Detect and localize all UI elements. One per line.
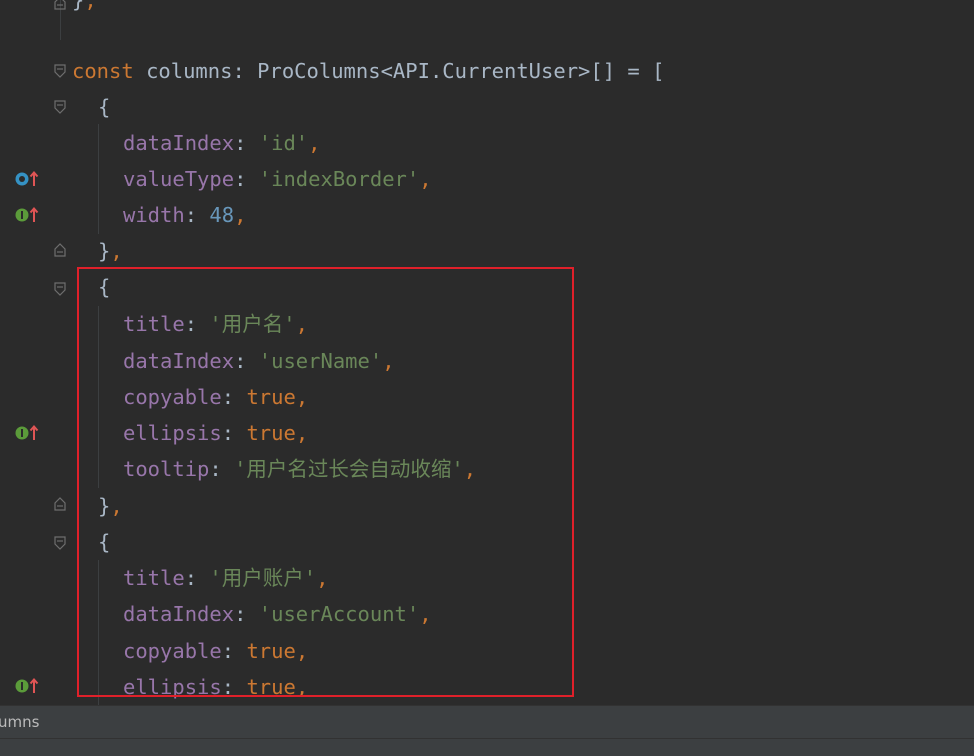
property-key: dataIndex [123, 349, 235, 373]
string-value: 'userName' [258, 349, 383, 373]
code-line: valueType: 'indexBorder', [123, 161, 432, 197]
open-brace: { [98, 530, 111, 554]
comma: , [463, 457, 477, 481]
code-line: ellipsis: true, [123, 415, 308, 451]
open-bracket: [ [652, 59, 665, 83]
colon: : [234, 602, 247, 626]
comma: , [295, 639, 309, 663]
equals: = [627, 59, 640, 83]
property-key: title [123, 312, 185, 336]
property-key: ellipsis [123, 421, 222, 445]
code-line: title: '用户名', [123, 306, 308, 342]
breadcrumb-item[interactable]: umns [0, 706, 39, 739]
colon: : [184, 566, 198, 590]
property-key: copyable [123, 639, 222, 663]
property-key: valueType [123, 167, 235, 191]
colon: : [221, 639, 235, 663]
property-key: title [123, 566, 185, 590]
comma: , [308, 131, 321, 155]
code-line: ellipsis: true, [123, 669, 308, 705]
boolean-value: true [246, 639, 296, 663]
code-line: dataIndex: 'userAccount', [123, 596, 432, 632]
fold-open-icon[interactable] [54, 282, 66, 296]
code-line: copyable: true, [123, 633, 308, 669]
colon: : [234, 167, 247, 191]
colon: : [221, 675, 235, 699]
code-line-columns-declaration: const columns: ProColumns<API.CurrentUse… [72, 53, 664, 89]
property-key: tooltip [123, 457, 210, 481]
breadcrumb: umns [0, 705, 974, 738]
colon: : [232, 59, 245, 83]
code-line: dataIndex: 'id', [123, 125, 321, 161]
closing-brace: } [98, 239, 111, 263]
string-value: '用户账户' [209, 566, 317, 590]
fold-close-icon[interactable] [54, 497, 66, 511]
overrides-icon[interactable] [14, 170, 40, 188]
status-bar [0, 738, 974, 756]
code-line: { [98, 89, 110, 125]
comma: , [110, 239, 123, 263]
code-line: tooltip: '用户名过长会自动收缩', [123, 451, 476, 487]
keyword-const: const [72, 59, 134, 83]
code-line: }, [98, 488, 123, 524]
editor-gutter [0, 0, 46, 705]
string-value: 'id' [258, 131, 309, 155]
code-editor[interactable]: }, const columns: ProColumns<API.Current… [0, 0, 974, 705]
comma: , [295, 675, 309, 699]
colon: : [221, 385, 235, 409]
open-brace: { [98, 95, 111, 119]
fold-close-icon[interactable] [54, 0, 66, 10]
fold-open-icon[interactable] [54, 536, 66, 550]
comma: , [295, 421, 309, 445]
implements-icon[interactable] [14, 424, 40, 442]
fold-open-icon[interactable] [54, 100, 66, 114]
colon: : [184, 312, 198, 336]
code-area[interactable]: }, const columns: ProColumns<API.Current… [72, 0, 974, 705]
code-line: { [98, 269, 110, 305]
boolean-value: true [246, 675, 296, 699]
comma: , [234, 203, 247, 227]
variable-name: columns [146, 59, 233, 83]
property-key: width [123, 203, 185, 227]
closing-brace: } [72, 0, 85, 12]
boolean-value: true [246, 385, 296, 409]
implements-icon[interactable] [14, 206, 40, 224]
string-value: '用户名过长会自动收缩' [234, 457, 464, 481]
property-key: ellipsis [123, 675, 222, 699]
string-value: 'indexBorder' [258, 167, 420, 191]
open-brace: { [98, 275, 111, 299]
property-key: dataIndex [123, 602, 235, 626]
colon: : [234, 349, 247, 373]
property-key: dataIndex [123, 131, 235, 155]
implements-icon[interactable] [14, 677, 40, 695]
code-line: { [98, 524, 110, 560]
string-value: '用户名' [209, 312, 296, 336]
comma: , [295, 385, 309, 409]
comma: , [110, 494, 123, 518]
comma: , [316, 566, 329, 590]
boolean-value: true [246, 421, 296, 445]
colon: : [221, 421, 235, 445]
colon: : [184, 203, 198, 227]
code-line: copyable: true, [123, 379, 308, 415]
comma: , [419, 602, 432, 626]
property-key: copyable [123, 385, 222, 409]
comma: , [419, 167, 432, 191]
code-line: }, [72, 0, 97, 18]
number-value: 48 [209, 203, 235, 227]
comma: , [84, 0, 97, 12]
comma: , [382, 349, 395, 373]
code-line: }, [98, 233, 123, 269]
closing-brace: } [98, 494, 111, 518]
colon: : [209, 457, 222, 481]
string-value: 'userAccount' [258, 602, 420, 626]
code-line: dataIndex: 'userName', [123, 343, 395, 379]
colon: : [234, 131, 247, 155]
code-line: width: 48, [123, 197, 246, 233]
fold-open-icon[interactable] [54, 64, 66, 78]
fold-close-icon[interactable] [54, 243, 66, 257]
comma: , [295, 312, 308, 336]
type-annotation: ProColumns<API.CurrentUser>[] [257, 59, 616, 83]
code-line: title: '用户账户', [123, 560, 328, 596]
